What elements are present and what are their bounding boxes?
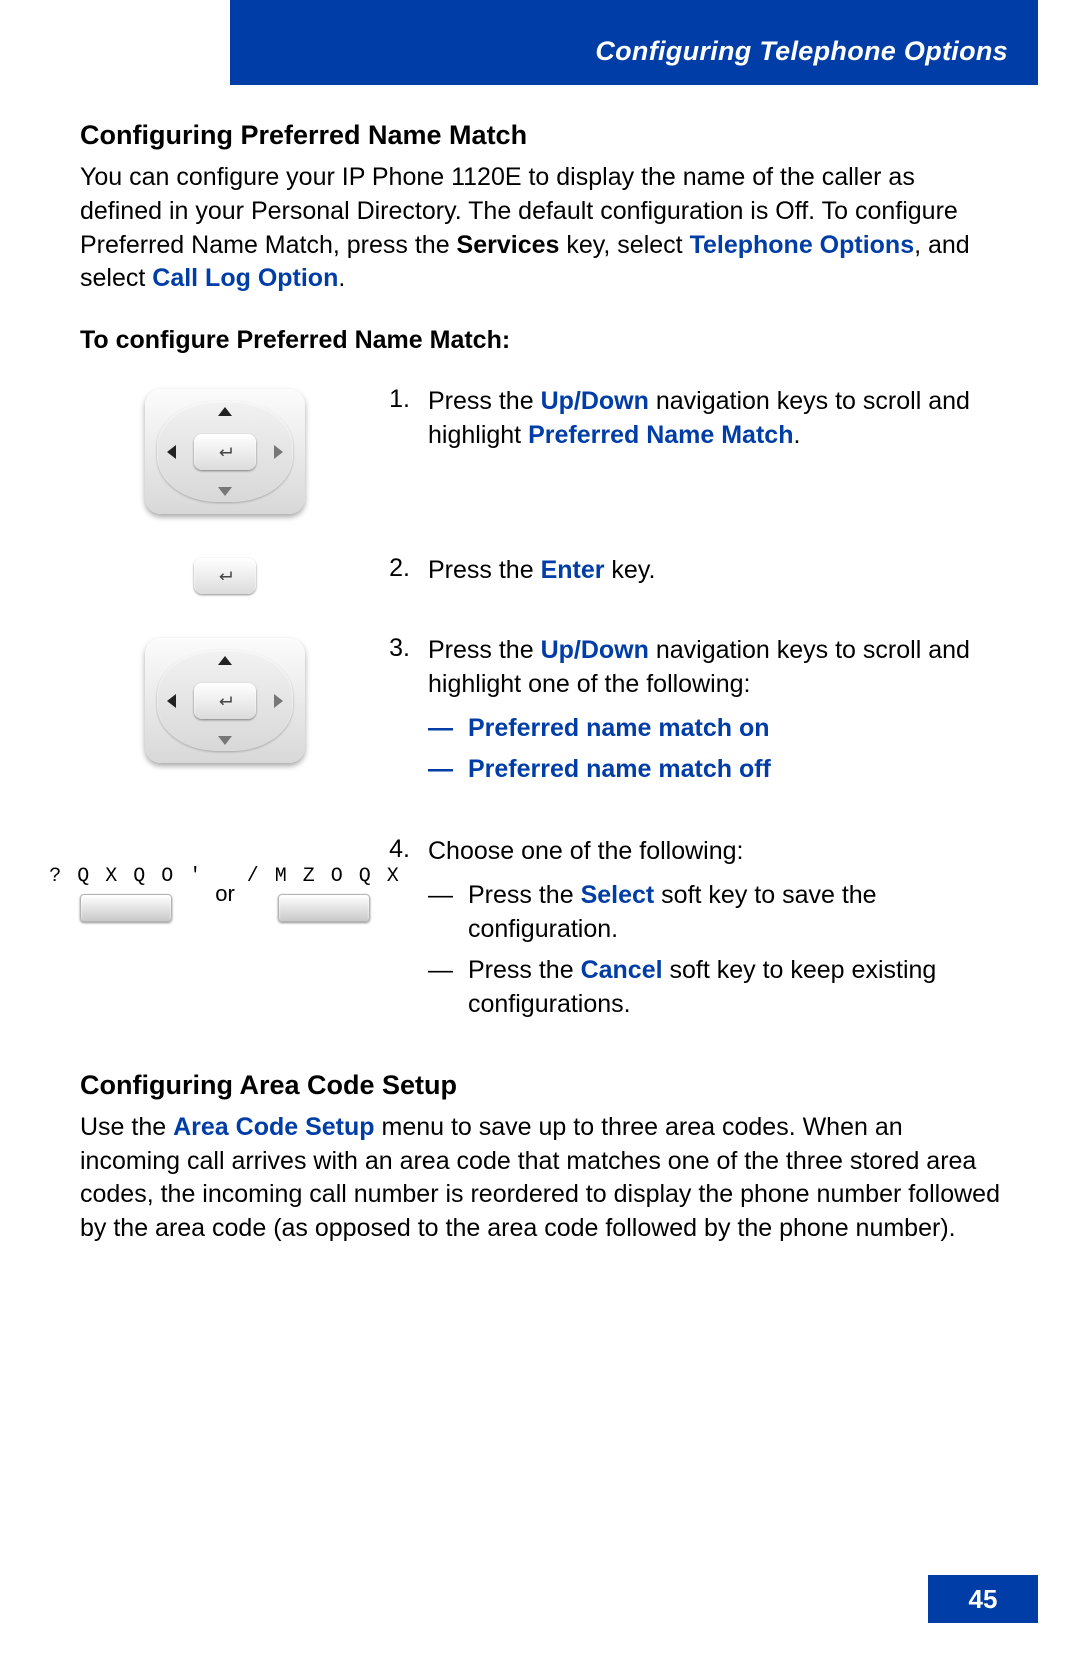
step-number: 3. bbox=[370, 634, 428, 795]
step-1-graphic bbox=[80, 385, 370, 514]
softkey-select-group: ? Q X Q O ' bbox=[49, 865, 203, 922]
body-text: Use the bbox=[80, 1113, 173, 1141]
step-number: 1. bbox=[370, 385, 428, 453]
step-body: Press the Up/Down navigation keys to scr… bbox=[428, 385, 1000, 453]
option-pnm-off: Preferred name match off bbox=[468, 753, 1000, 787]
softkey-or-text: or bbox=[215, 881, 235, 907]
option-row: — Press the Select soft key to save the … bbox=[428, 879, 1000, 947]
option-select: Press the Select soft key to save the co… bbox=[468, 879, 1000, 947]
navigation-pad-icon bbox=[145, 638, 305, 763]
enter-key-icon bbox=[194, 683, 256, 719]
up-arrow-icon bbox=[218, 656, 232, 665]
step-text: key. bbox=[604, 556, 655, 584]
option-text: Press the bbox=[468, 881, 581, 909]
option-list: — Preferred name match on — Preferred na… bbox=[428, 712, 1000, 788]
option-pnm-on: Preferred name match on bbox=[468, 712, 1000, 746]
option-row: — Preferred name match off bbox=[428, 753, 1000, 787]
option-dash: — bbox=[428, 712, 468, 746]
intro-text: key, select bbox=[559, 231, 689, 259]
procedure-title: To configure Preferred Name Match: bbox=[80, 326, 1000, 355]
enter-glyph-icon bbox=[216, 569, 234, 583]
page-content: Configuring Preferred Name Match You can… bbox=[80, 0, 1000, 1246]
page-number-tab: 45 bbox=[928, 1575, 1038, 1623]
document-page: Configuring Telephone Options Configurin… bbox=[0, 0, 1080, 1669]
keyword-enter: Enter bbox=[541, 556, 605, 584]
down-arrow-icon bbox=[218, 736, 232, 745]
step-number: 4. bbox=[370, 835, 428, 1030]
option-list: — Press the Select soft key to save the … bbox=[428, 879, 1000, 1022]
step-4-graphic: ? Q X Q O ' or / M Z O Q X bbox=[80, 835, 370, 922]
enter-key-icon bbox=[194, 558, 256, 594]
option-row: — Preferred name match on bbox=[428, 712, 1000, 746]
keyword-cancel: Cancel bbox=[581, 956, 663, 984]
header-band: Configuring Telephone Options bbox=[230, 0, 1038, 85]
section-title-area-code: Configuring Area Code Setup bbox=[80, 1070, 1000, 1101]
step-2-graphic bbox=[80, 554, 370, 594]
step-4-text: 4. Choose one of the following: — Press … bbox=[370, 835, 1000, 1030]
step-text: Press the bbox=[428, 636, 541, 664]
keyword-services: Services bbox=[457, 231, 560, 259]
down-arrow-icon bbox=[218, 487, 232, 496]
keyword-up-down: Up/Down bbox=[541, 387, 649, 415]
option-row: — Press the Cancel soft key to keep exis… bbox=[428, 954, 1000, 1022]
enter-glyph-icon bbox=[216, 694, 234, 708]
area-code-paragraph: Use the Area Code Setup menu to save up … bbox=[80, 1111, 1000, 1246]
step-row-3: 3. Press the Up/Down navigation keys to … bbox=[80, 634, 1000, 795]
option-cancel: Press the Cancel soft key to keep existi… bbox=[468, 954, 1000, 1022]
option-dash: — bbox=[428, 954, 468, 1022]
left-arrow-icon bbox=[167, 694, 176, 708]
page-number: 45 bbox=[969, 1584, 998, 1615]
step-2-text: 2. Press the Enter key. bbox=[370, 554, 1000, 588]
step-body: Choose one of the following: — Press the… bbox=[428, 835, 1000, 1030]
keyword-telephone-options: Telephone Options bbox=[690, 231, 915, 259]
step-text: Press the bbox=[428, 556, 541, 584]
section-title: Configuring Preferred Name Match bbox=[80, 120, 1000, 151]
softkey-select-label: ? Q X Q O ' bbox=[49, 865, 203, 888]
step-number: 2. bbox=[370, 554, 428, 588]
keyword-select: Select bbox=[581, 881, 655, 909]
right-arrow-icon bbox=[274, 694, 283, 708]
step-row-2: 2. Press the Enter key. bbox=[80, 554, 1000, 594]
option-dash: — bbox=[428, 753, 468, 787]
intro-paragraph: You can configure your IP Phone 1120E to… bbox=[80, 161, 1000, 296]
header-title: Configuring Telephone Options bbox=[595, 36, 1008, 67]
step-3-text: 3. Press the Up/Down navigation keys to … bbox=[370, 634, 1000, 795]
keyword-area-code-setup: Area Code Setup bbox=[173, 1113, 374, 1141]
left-arrow-icon bbox=[167, 445, 176, 459]
keyword-preferred-name-match: Preferred Name Match bbox=[528, 421, 793, 449]
step-3-graphic bbox=[80, 634, 370, 763]
keyword-up-down: Up/Down bbox=[541, 636, 649, 664]
step-row-1: 1. Press the Up/Down navigation keys to … bbox=[80, 385, 1000, 514]
step-text: Press the bbox=[428, 387, 541, 415]
step-row-4: ? Q X Q O ' or / M Z O Q X 4. Choose one… bbox=[80, 835, 1000, 1030]
navigation-pad-icon bbox=[145, 389, 305, 514]
enter-glyph-icon bbox=[216, 445, 234, 459]
up-arrow-icon bbox=[218, 407, 232, 416]
softkey-cancel-icon bbox=[278, 894, 370, 922]
step-text: . bbox=[793, 421, 800, 449]
step-1-text: 1. Press the Up/Down navigation keys to … bbox=[370, 385, 1000, 453]
enter-key-icon bbox=[194, 434, 256, 470]
step-text: Choose one of the following: bbox=[428, 837, 744, 865]
step-body: Press the Enter key. bbox=[428, 554, 1000, 588]
option-text: Press the bbox=[468, 956, 581, 984]
option-dash: — bbox=[428, 879, 468, 947]
step-body: Press the Up/Down navigation keys to scr… bbox=[428, 634, 1000, 795]
softkey-block: ? Q X Q O ' or / M Z O Q X bbox=[49, 865, 401, 922]
intro-text: . bbox=[338, 264, 345, 292]
right-arrow-icon bbox=[274, 445, 283, 459]
keyword-call-log-option: Call Log Option bbox=[152, 264, 338, 292]
softkey-select-icon bbox=[80, 894, 172, 922]
